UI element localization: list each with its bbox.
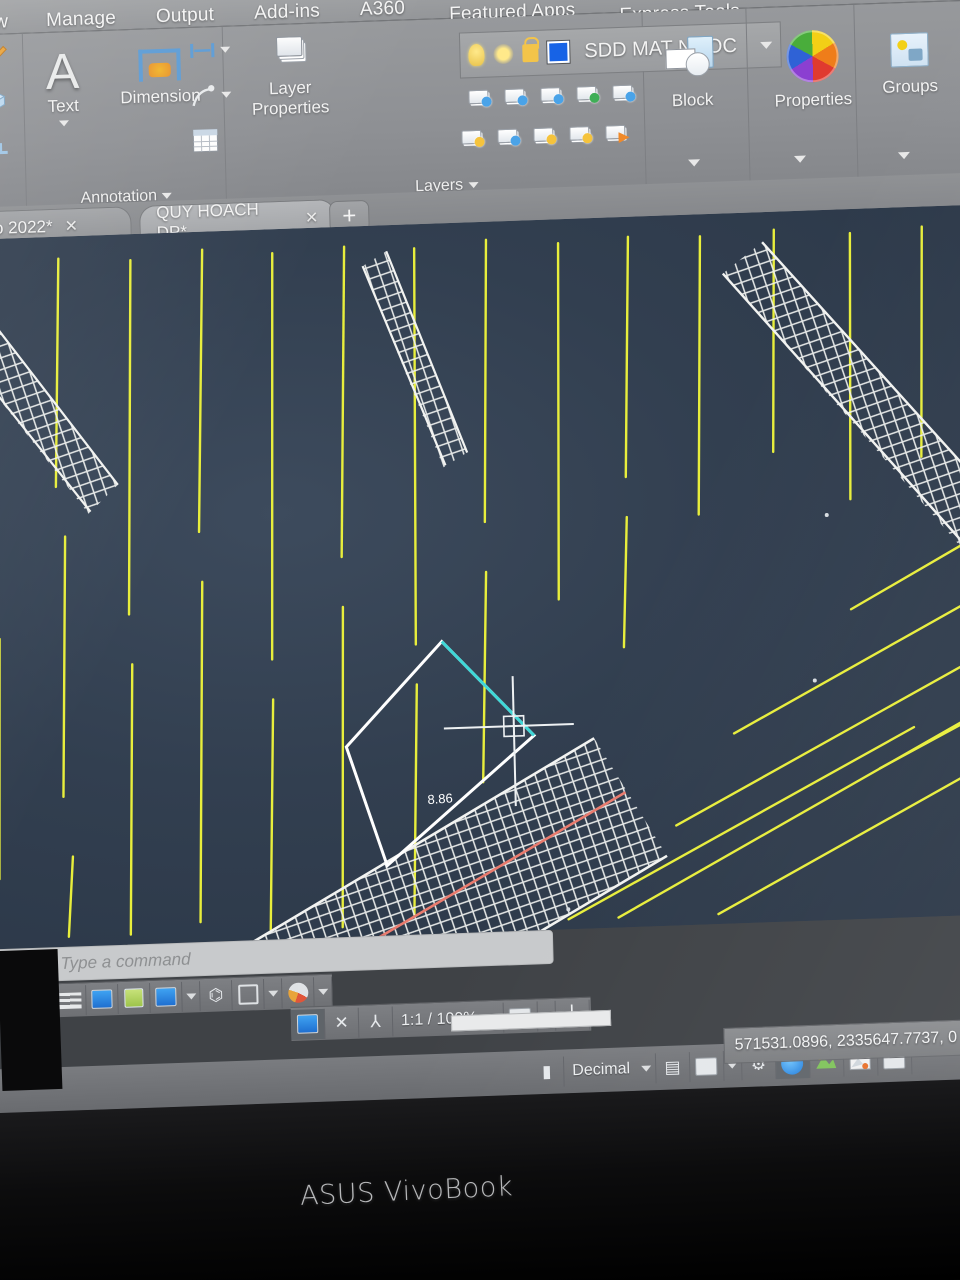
command-line-placeholder: Type a command xyxy=(60,949,191,974)
layer-color-swatch[interactable] xyxy=(547,40,570,64)
color-wheel-icon xyxy=(785,29,839,84)
laptop-screen: Type a keyword or phrase Sign In xyxy=(0,0,960,1182)
ribbon-panel-annotation: A Text Dimension Annotation xyxy=(22,26,232,214)
drawing-canvas[interactable]: 8.86 xyxy=(0,204,960,950)
layer-unlock-icon[interactable] xyxy=(497,128,521,146)
workspace-switching-icon[interactable] xyxy=(689,1050,725,1083)
layer-tools-row-2 xyxy=(461,124,625,148)
annotation-panel-caret[interactable] xyxy=(161,192,173,200)
layer-unisolate-icon[interactable] xyxy=(504,88,528,106)
lineweight-toggle[interactable] xyxy=(231,978,265,1010)
properties-button-label: Properties xyxy=(774,88,853,111)
drawing-vector-content: 8.86 xyxy=(0,225,960,950)
text-button[interactable]: A Text xyxy=(45,42,80,127)
viewport-scale-icon[interactable]: ▤ xyxy=(655,1052,691,1084)
hatched-road-band-upper-right xyxy=(721,241,960,551)
unlock-icon[interactable] xyxy=(522,43,539,63)
groups-icon xyxy=(889,32,929,68)
layer-isolate-icon[interactable] xyxy=(468,89,492,107)
object-snap-tracking-toggle[interactable] xyxy=(150,981,183,1013)
groups-button[interactable]: Groups xyxy=(881,32,938,98)
lightbulb-on-icon[interactable] xyxy=(468,43,485,67)
polar-tracking-toggle[interactable] xyxy=(86,983,119,1015)
layer-freeze-icon[interactable] xyxy=(540,87,564,105)
insert-block-icon xyxy=(665,35,718,82)
transparency-caret[interactable] xyxy=(313,976,333,1007)
selection-cycling-toggle[interactable] xyxy=(290,1008,326,1040)
groups-button-label: Groups xyxy=(882,75,939,97)
ribbon-panel-layers: Layer Properties SDD MAT NUOC Layers xyxy=(222,12,782,207)
layer-delete-icon[interactable] xyxy=(605,124,625,140)
block-button-label: Block xyxy=(671,89,714,111)
block-button[interactable]: Block xyxy=(665,35,719,112)
text-a-icon: A xyxy=(45,42,80,101)
dimension-value-label: 8.86 xyxy=(427,790,453,807)
rubber-band-line xyxy=(440,640,536,737)
layer-off-icon[interactable] xyxy=(576,85,600,104)
table-icon[interactable] xyxy=(191,127,220,159)
hatch-icon[interactable] xyxy=(0,134,10,157)
text-button-label: Text xyxy=(47,95,80,116)
ribbon-panel-properties: Properties xyxy=(746,4,859,189)
brush-icon[interactable] xyxy=(0,44,8,69)
dynamic-input-toggle[interactable]: ⅄ xyxy=(358,1005,394,1038)
hatched-road-band-main xyxy=(0,737,668,950)
object-snap-toggle[interactable] xyxy=(118,982,151,1014)
layer-lock-fade-icon[interactable] xyxy=(569,126,593,144)
units-value[interactable]: Decimal xyxy=(564,1060,638,1081)
layers-panel-caret[interactable] xyxy=(468,182,479,189)
3d-object-snap-toggle[interactable]: ✕ xyxy=(324,1007,360,1039)
units-caret[interactable] xyxy=(637,1053,657,1084)
object-snap-caret[interactable] xyxy=(182,980,201,1012)
dimension-button-label: Dimension xyxy=(120,85,201,108)
layer-properties-button[interactable]: Layer Properties xyxy=(243,35,337,119)
layer-merge-icon[interactable] xyxy=(612,84,636,102)
layer-tools-row-1 xyxy=(468,84,636,107)
close-icon[interactable]: ✕ xyxy=(305,207,319,227)
text-button-caret[interactable] xyxy=(58,120,69,127)
block-3d-icon[interactable] xyxy=(0,88,9,113)
layer-thaw-all-icon[interactable] xyxy=(533,127,557,145)
laptop-left-edge xyxy=(0,948,63,1092)
dimension-icon xyxy=(136,44,183,86)
close-icon[interactable]: ✕ xyxy=(64,215,78,235)
dynamic-ucs-toggle[interactable]: ⌬ xyxy=(199,979,233,1011)
isolate-objects-icon[interactable]: ▮ xyxy=(529,1056,565,1088)
ribbon-panel-block: Block xyxy=(642,8,751,193)
sun-freeze-icon[interactable] xyxy=(493,43,514,65)
layer-properties-label: Layer Properties xyxy=(251,77,330,119)
lineweight-caret[interactable] xyxy=(263,977,283,1009)
ribbon-panel-groups: Groups xyxy=(854,0,960,185)
laptop-photo-frame: Type a keyword or phrase Sign In xyxy=(0,0,960,1280)
properties-button[interactable]: Properties xyxy=(773,29,852,112)
layer-properties-icon xyxy=(275,36,303,57)
transparency-toggle[interactable] xyxy=(281,976,315,1008)
coordinate-value: 571531.0896, 2335647.7737, 0 xyxy=(734,1028,958,1054)
layer-lock-icon[interactable] xyxy=(461,129,485,148)
hatched-road-band-upper-left xyxy=(0,269,119,514)
